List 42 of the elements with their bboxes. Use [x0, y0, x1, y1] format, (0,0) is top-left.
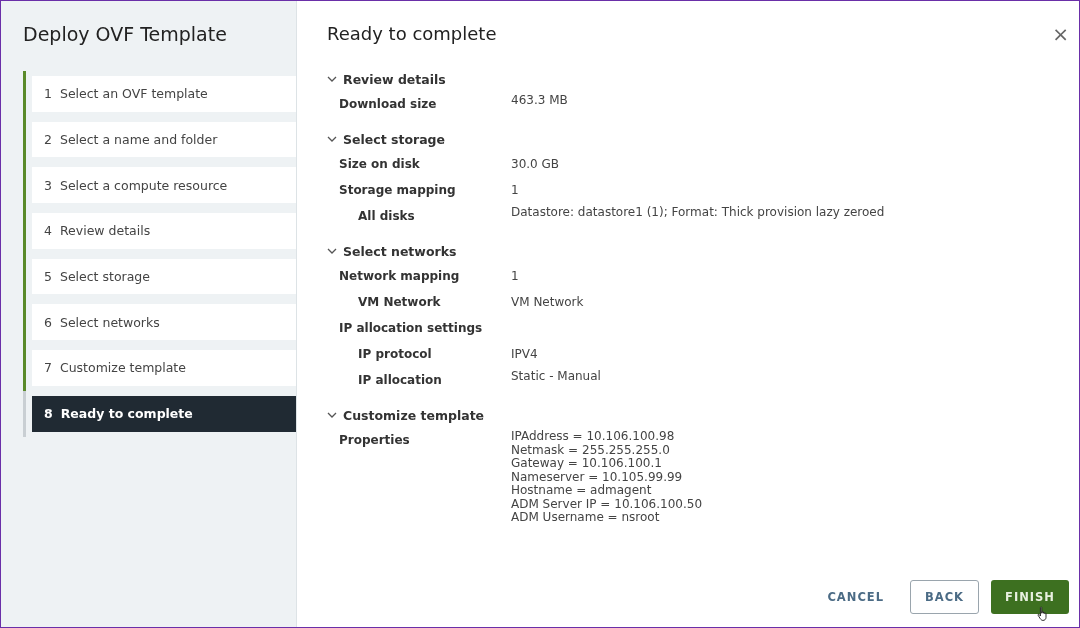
section-title: Select storage [343, 131, 445, 147]
wizard-step[interactable]: 2 Select a name and folder [32, 121, 296, 158]
field-label: Size on disk [338, 156, 421, 173]
field-value: 30.0 GB [511, 156, 560, 173]
hand-cursor-icon [1037, 606, 1049, 622]
close-button[interactable]: × [1050, 22, 1071, 46]
field-label: All disks [357, 208, 416, 225]
wizard-step[interactable]: 8 Ready to complete [32, 395, 296, 432]
wizard-step[interactable]: 4 Review details [32, 213, 296, 249]
chevron-icon[interactable] [327, 76, 337, 82]
wizard-step[interactable]: 3 Select a compute resource [32, 167, 296, 204]
field-value: IPAddress = 10.106.100.98 Netmask = 255.255.255.0 Gateway = 10.106.100.1 Nameserver = 10.105.99.99 Hostname = admagent ADM Server IP = 10.106.100.50 ADM Username = nsroot [511, 428, 703, 525]
field-label: VM Network [357, 294, 442, 311]
field-value: 1 [511, 268, 519, 285]
back-button[interactable]: BACK [910, 580, 980, 614]
chevron-icon[interactable] [327, 136, 337, 142]
section-title: Review details [343, 71, 446, 87]
field-value: Datastore: datastore1 (1); Format: Thick provision lazy zeroed [511, 204, 885, 220]
field-label: Properties [338, 432, 411, 449]
field-value: VM Network [511, 294, 584, 311]
field-label: Storage mapping [338, 182, 457, 199]
field-value: 463.3 MB [511, 92, 568, 108]
field-label: IP allocation [357, 372, 443, 389]
field-value: Static - Manual [511, 368, 601, 384]
field-label: IP allocation settings [338, 320, 484, 337]
field-label: Download size [338, 96, 438, 113]
field-value: 1 [511, 182, 519, 199]
chevron-icon[interactable] [327, 412, 337, 418]
section-title: Customize template [343, 407, 485, 423]
field-value: IPV4 [511, 346, 538, 363]
field-label: IP protocol [357, 346, 433, 363]
field-label: Network mapping [338, 268, 461, 285]
wizard-step[interactable]: 5 Select storage [32, 258, 296, 295]
chevron-icon[interactable] [327, 248, 337, 254]
wizard-step[interactable]: 1 Select an OVF template [32, 76, 296, 112]
wizard-step[interactable]: 7 Customize template [32, 350, 296, 386]
finish-button[interactable]: FINISH [991, 580, 1069, 614]
wizard-step[interactable]: 6 Select networks [32, 304, 296, 341]
page-title: Ready to complete [327, 22, 497, 44]
section-title: Select networks [343, 243, 457, 259]
cancel-button[interactable]: CANCEL [813, 580, 898, 614]
window-title: Deploy OVF Template [23, 23, 228, 45]
